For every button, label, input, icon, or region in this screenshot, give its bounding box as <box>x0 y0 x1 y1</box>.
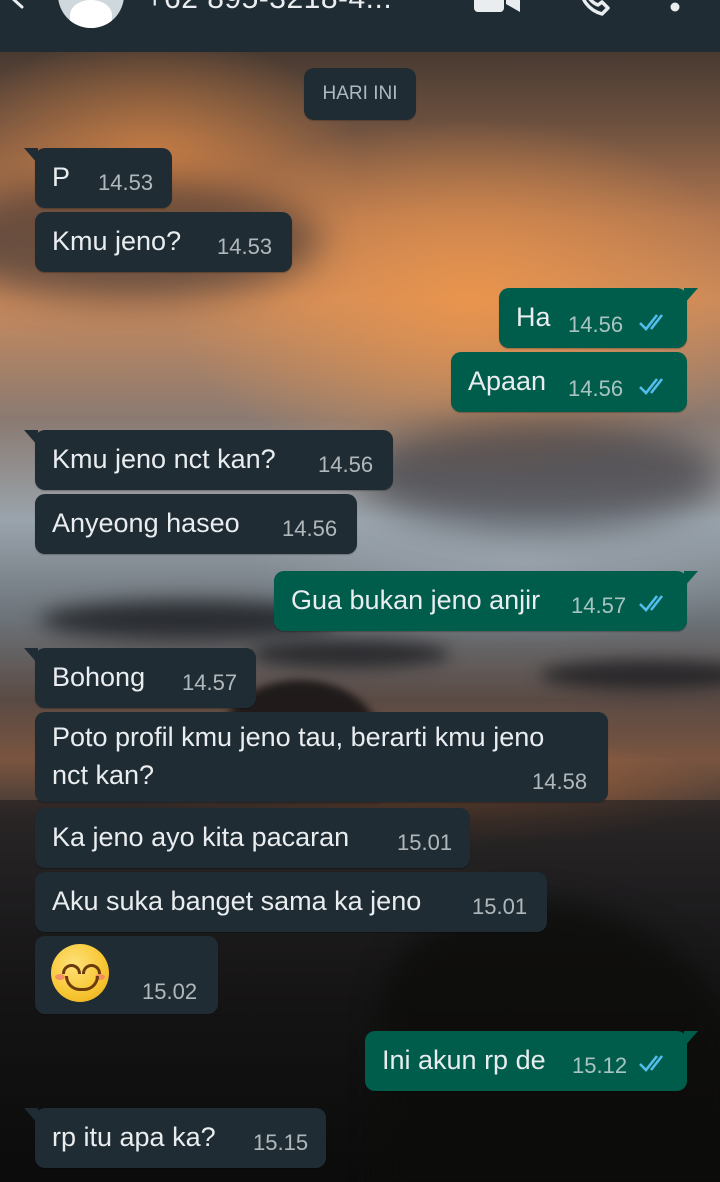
outgoing-message[interactable]: Ha 14.56 <box>499 288 698 348</box>
message-time: 14.58 <box>532 769 588 794</box>
message-time: 14.57 <box>571 593 627 618</box>
message-text: Gua bukan jeno anjir <box>291 585 541 615</box>
message-text: rp itu apa ka? <box>52 1122 216 1152</box>
message-list: HARI INI P 14.53 Kmu jeno? 14.53 Ha 14.5… <box>0 0 720 1182</box>
message-time: 14.53 <box>98 170 154 195</box>
message-text: Apaan <box>468 366 547 396</box>
incoming-message[interactable]: rp itu apa ka? 15.15 <box>24 1108 326 1168</box>
read-receipt-icon <box>639 314 664 331</box>
outgoing-message[interactable]: Gua bukan jeno anjir 14.57 <box>274 571 698 631</box>
incoming-message[interactable]: P 14.53 <box>24 148 172 208</box>
incoming-message[interactable]: Poto profil kmu jeno tau, berarti kmu je… <box>35 712 608 802</box>
chat-header: +62 895-3218-4... <box>0 0 720 52</box>
read-receipt-icon <box>639 595 664 612</box>
message-text-line: nct kan? <box>52 760 155 790</box>
read-receipt-icon <box>639 1055 664 1072</box>
message-text: Ha <box>516 302 551 332</box>
message-time: 14.57 <box>182 670 238 695</box>
message-time: 15.01 <box>472 894 528 919</box>
message-time: 15.02 <box>142 979 198 1004</box>
message-text: Anyeong haseo <box>52 508 240 538</box>
message-text: Aku suka banget sama ka jeno <box>52 886 422 916</box>
video-call-icon[interactable] <box>474 0 522 14</box>
message-time: 15.15 <box>253 1130 309 1155</box>
smiling-face-emoji <box>51 944 109 1002</box>
message-text: Bohong <box>52 662 146 692</box>
message-text-line: Poto profil kmu jeno tau, berarti kmu je… <box>52 722 545 752</box>
message-time: 14.56 <box>318 452 374 477</box>
read-receipt-icon <box>639 378 664 395</box>
message-text: Ka jeno ayo kita pacaran <box>52 822 350 852</box>
outgoing-message[interactable]: Ini akun rp de 15.12 <box>365 1031 698 1091</box>
incoming-message[interactable]: Bohong 14.57 <box>24 648 256 708</box>
back-arrow-icon[interactable] <box>6 0 30 10</box>
contact-name[interactable]: +62 895-3218-4... <box>146 0 392 16</box>
more-options-icon[interactable] <box>668 0 682 14</box>
message-time: 14.56 <box>568 376 624 401</box>
message-text: Kmu jeno? <box>52 226 182 256</box>
message-time: 14.56 <box>282 516 338 541</box>
voice-call-icon[interactable] <box>578 0 612 16</box>
message-time: 14.53 <box>217 234 273 259</box>
message-text: P <box>52 162 71 192</box>
incoming-message[interactable]: Aku suka banget sama ka jeno 15.01 <box>35 872 547 932</box>
message-time: 15.12 <box>572 1053 628 1078</box>
outgoing-message[interactable]: Apaan 14.56 <box>451 352 687 412</box>
incoming-message[interactable]: 15.02 <box>35 936 218 1014</box>
incoming-message[interactable]: Kmu jeno? 14.53 <box>35 212 292 272</box>
incoming-message[interactable]: Ka jeno ayo kita pacaran 15.01 <box>35 808 470 868</box>
message-time: 14.56 <box>568 312 624 337</box>
message-time: 15.01 <box>397 830 453 855</box>
incoming-message[interactable]: Kmu jeno nct kan? 14.56 <box>24 430 393 490</box>
incoming-message[interactable]: Anyeong haseo 14.56 <box>35 494 357 554</box>
message-text: Kmu jeno nct kan? <box>52 444 276 474</box>
message-text: Ini akun rp de <box>382 1045 546 1075</box>
date-separator: HARI INI <box>304 68 416 120</box>
avatar[interactable] <box>58 0 124 28</box>
